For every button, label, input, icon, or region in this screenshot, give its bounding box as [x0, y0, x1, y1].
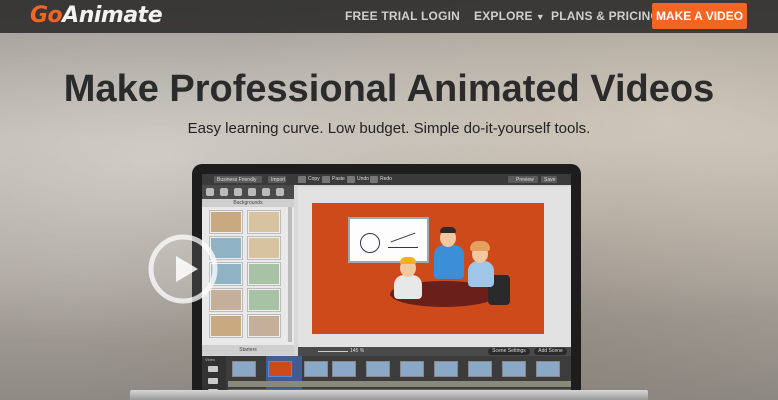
- undo-label: Undo: [357, 176, 369, 182]
- timeline-video-label: Video: [205, 357, 216, 362]
- pie-chart-drawing: [360, 233, 380, 253]
- theme-select[interactable]: Business Friendly: [214, 176, 262, 183]
- add-scene-button[interactable]: Add Scene: [534, 348, 567, 355]
- character-icon[interactable]: [206, 188, 214, 196]
- fx-icon[interactable]: [276, 188, 284, 196]
- play-button[interactable]: [146, 232, 220, 306]
- character-hair: [400, 257, 416, 264]
- background-thumbnail[interactable]: [248, 289, 280, 311]
- character-hair: [440, 227, 456, 233]
- redo-icon[interactable]: [370, 176, 378, 183]
- editor-toolbar: Business Friendly Import Copy Paste Undo…: [202, 174, 571, 185]
- nav-plans-pricing[interactable]: PLANS & PRICING: [551, 9, 660, 23]
- background-thumbnail[interactable]: [210, 211, 242, 233]
- nav-login[interactable]: LOGIN: [421, 9, 460, 23]
- background-thumbnail[interactable]: [248, 315, 280, 337]
- timeline-scene[interactable]: [332, 361, 356, 377]
- panel-scrollbar[interactable]: [288, 207, 292, 342]
- make-a-video-button[interactable]: MAKE A VIDEO: [652, 3, 747, 29]
- timeline-scene[interactable]: [366, 361, 390, 377]
- import-label: Import: [271, 177, 286, 183]
- laptop-base: [130, 390, 648, 400]
- chart-line: [390, 232, 416, 243]
- timeline-scene[interactable]: [536, 361, 560, 377]
- save-button[interactable]: Save: [541, 176, 557, 183]
- logo-animate-text: Animate: [62, 3, 163, 28]
- preview-label: Preview: [516, 177, 534, 183]
- timeline-scene[interactable]: [502, 361, 526, 377]
- timeline-scenes: [228, 361, 571, 377]
- save-label: Save: [544, 177, 556, 183]
- backgrounds-title: Backgrounds: [202, 199, 294, 207]
- sound-track[interactable]: [228, 381, 571, 387]
- chevron-down-icon: ▼: [535, 12, 545, 22]
- goanimate-logo[interactable]: GoAnimate: [30, 3, 163, 28]
- scene-icon[interactable]: [234, 188, 242, 196]
- nav-explore[interactable]: EXPLORE ▼: [474, 9, 545, 23]
- nav-explore-label: EXPLORE: [474, 9, 533, 23]
- sound-track-icon: [208, 378, 218, 384]
- editor-screenshot: Business Friendly Import Copy Paste Undo…: [202, 174, 571, 400]
- nav-free-trial[interactable]: FREE TRIAL: [345, 9, 418, 23]
- character-man-standing: [434, 245, 464, 279]
- stage-area: [298, 187, 571, 347]
- logo-go-text: Go: [30, 3, 63, 28]
- top-navbar: GoAnimate FREE TRIAL LOGIN EXPLORE ▼ PLAN…: [0, 0, 778, 33]
- character-woman-seated: [468, 261, 494, 287]
- import-button[interactable]: Import: [268, 176, 286, 183]
- background-thumbnail[interactable]: [210, 315, 242, 337]
- zoom-level: 145 %: [350, 348, 365, 354]
- timeline-scene-selected[interactable]: [268, 361, 292, 377]
- asset-category-bar: [202, 185, 294, 199]
- music-icon[interactable]: [262, 188, 270, 196]
- preview-button[interactable]: Preview: [508, 176, 538, 183]
- whiteboard: [348, 217, 429, 263]
- timeline-scene[interactable]: [232, 361, 256, 377]
- timeline-scene[interactable]: [400, 361, 424, 377]
- stage-controls-bar: 145 % Scene Settings Add Scene: [298, 347, 571, 356]
- chart-icon[interactable]: [248, 188, 256, 196]
- video-track-icon: [208, 366, 218, 372]
- timeline-scene[interactable]: [468, 361, 492, 377]
- background-thumbnail[interactable]: [248, 263, 280, 285]
- background-thumbnail[interactable]: [248, 211, 280, 233]
- chart-line: [388, 247, 418, 248]
- background-thumbnail[interactable]: [248, 237, 280, 259]
- character-hair: [470, 241, 490, 251]
- scene-settings-button[interactable]: Scene Settings: [488, 348, 530, 355]
- redo-label: Redo: [380, 176, 392, 182]
- props-icon[interactable]: [220, 188, 228, 196]
- starters-title: Starters: [202, 345, 294, 355]
- hero-subtitle: Easy learning curve. Low budget. Simple …: [187, 120, 591, 137]
- timeline-scene[interactable]: [304, 361, 328, 377]
- copy-label: Copy: [308, 176, 320, 182]
- zoom-slider[interactable]: [318, 351, 348, 352]
- character-man-seated: [394, 275, 422, 299]
- copy-icon[interactable]: [298, 176, 306, 183]
- hero-title: Make Professional Animated Videos: [63, 68, 715, 110]
- laptop-mockup: Business Friendly Import Copy Paste Undo…: [192, 164, 581, 400]
- paste-icon[interactable]: [322, 176, 330, 183]
- timeline-scene[interactable]: [434, 361, 458, 377]
- paste-label: Paste: [332, 176, 345, 182]
- undo-icon[interactable]: [347, 176, 355, 183]
- animation-stage[interactable]: [312, 203, 544, 334]
- theme-select-label: Business Friendly: [217, 177, 257, 183]
